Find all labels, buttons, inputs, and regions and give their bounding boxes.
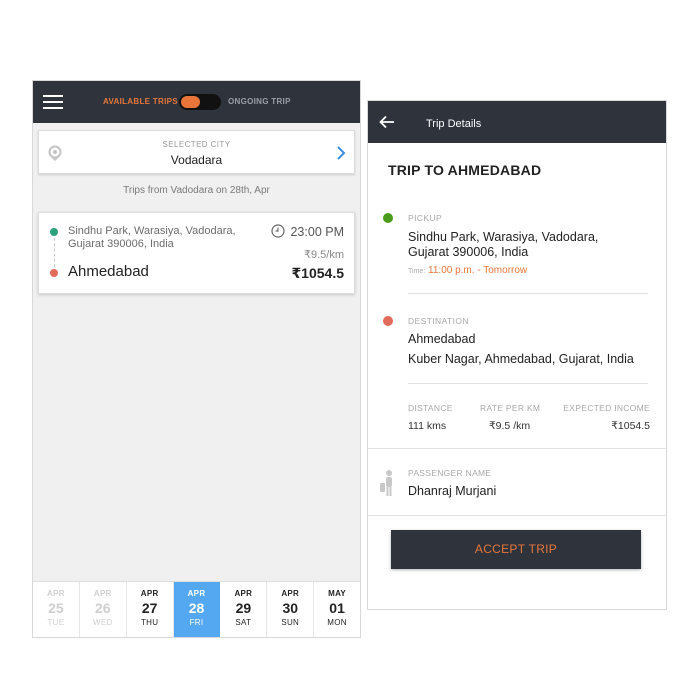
- passenger-icon: [380, 470, 392, 496]
- back-arrow-icon[interactable]: [379, 115, 395, 129]
- date-month: MAY: [328, 589, 347, 598]
- right-header-bar: Trip Details: [368, 101, 666, 143]
- pickup-time-label: Time:: [408, 268, 426, 275]
- date-month: APR: [140, 589, 159, 598]
- pickup-address-line1: Sindhu Park, Warasiya, Vadodara,: [408, 230, 599, 244]
- trip-fare: ₹1054.5: [291, 265, 344, 281]
- pickup-address: Sindhu Park, Warasiya, Vadodara, Gujarat…: [408, 230, 648, 260]
- pickup-address-line1: Sindhu Park, Warasiya, Vadodara,: [68, 225, 236, 237]
- date-day: 30: [282, 600, 299, 616]
- route-connector: [53, 238, 55, 267]
- date-weekday: WED: [93, 618, 113, 627]
- pickup-time: Time: 11:00 p.m. - Tomorrow: [408, 265, 527, 276]
- divider: [368, 448, 666, 449]
- date-weekday: MON: [327, 618, 347, 627]
- date-cell[interactable]: APR 30 SUN: [267, 582, 315, 637]
- trip-pickup-address: Sindhu Park, Warasiya, Vadodara, Gujarat…: [68, 225, 258, 251]
- trip-details-screen: Trip Details TRIP TO AHMEDABAD PICKUP Si…: [367, 100, 667, 610]
- distance-value: 111 kms: [408, 420, 447, 432]
- date-weekday: SAT: [235, 618, 252, 627]
- distance-label: DISTANCE: [408, 403, 453, 413]
- income-label: EXPECTED INCOME: [563, 403, 650, 413]
- date-month: APR: [93, 589, 112, 598]
- available-trips-label[interactable]: AVAILABLE TRIPS: [103, 97, 178, 106]
- divider: [408, 383, 648, 384]
- date-month: APR: [47, 589, 65, 598]
- trip-card[interactable]: Sindhu Park, Warasiya, Vadodara, Gujarat…: [38, 212, 355, 294]
- date-weekday: THU: [140, 618, 159, 627]
- destination-city: Ahmedabad: [408, 332, 476, 346]
- destination-label: DESTINATION: [408, 316, 469, 326]
- divider: [368, 515, 666, 516]
- clock-icon: [271, 224, 285, 238]
- trip-mode-switch: AVAILABLE TRIPS ONGOING TRIP: [33, 94, 360, 110]
- trip-destination: Ahmedabad: [68, 263, 149, 280]
- selected-city-label: SELECTED CITY: [162, 140, 231, 149]
- date-cell[interactable]: APR 29 SAT: [220, 582, 268, 637]
- pickup-dot-icon: [383, 213, 393, 223]
- date-day: 25: [48, 600, 64, 616]
- date-day: 27: [141, 600, 158, 616]
- trip-mode-toggle[interactable]: [179, 94, 221, 110]
- divider: [408, 293, 648, 294]
- date-cell[interactable]: APR 26 WED: [80, 582, 127, 637]
- header-title: Trip Details: [426, 118, 482, 130]
- ongoing-trip-label[interactable]: ONGOING TRIP: [228, 97, 291, 106]
- date-cell-selected[interactable]: APR 28 FRI: [173, 582, 221, 637]
- date-weekday: TUE: [47, 618, 65, 627]
- passenger-name: Dhanraj Murjani: [408, 484, 497, 498]
- selected-city-value: Vodadara: [170, 153, 223, 167]
- pickup-address-line2: Gujarat 390006, India: [68, 238, 174, 250]
- date-month: APR: [234, 589, 253, 598]
- date-month: APR: [281, 589, 300, 598]
- trips-date-heading: Trips from Vadodara on 28th, Apr: [123, 185, 270, 196]
- pickup-address-line2: Gujarat 390006, India: [408, 245, 529, 259]
- rate-value: ₹9.5 /km: [489, 420, 531, 432]
- trip-time: 23:00 PM: [290, 225, 344, 239]
- accept-trip-button[interactable]: ACCEPT TRIP: [391, 530, 641, 569]
- date-day: 26: [95, 600, 111, 616]
- income-value: ₹1054.5: [611, 420, 650, 432]
- pickup-time-value: 11:00 p.m. - Tomorrow: [428, 265, 528, 276]
- date-weekday: SUN: [281, 618, 300, 627]
- date-day: 01: [329, 600, 345, 616]
- date-day: 29: [235, 600, 252, 616]
- toggle-knob: [181, 96, 200, 108]
- passenger-label: PASSENGER NAME: [408, 468, 492, 478]
- date-month: APR: [187, 589, 206, 598]
- available-trips-screen: AVAILABLE TRIPS ONGOING TRIP SELECTED CI…: [32, 80, 361, 638]
- destination-dot-icon: [383, 316, 393, 326]
- date-cell[interactable]: APR 27 THU: [127, 582, 174, 637]
- destination-dot-icon: [50, 269, 58, 277]
- trip-rate: ₹9.5/km: [303, 249, 344, 261]
- date-day: 28: [188, 600, 205, 616]
- left-header-bar: AVAILABLE TRIPS ONGOING TRIP: [33, 81, 360, 123]
- date-cell[interactable]: APR 25 TUE: [33, 582, 80, 637]
- trip-title: TRIP TO AHMEDABAD: [388, 162, 542, 178]
- date-weekday: FRI: [189, 618, 204, 627]
- pickup-dot-icon: [50, 228, 58, 236]
- date-cell[interactable]: MAY 01 MON: [314, 582, 360, 637]
- chevron-right-icon[interactable]: [336, 146, 346, 160]
- city-selector[interactable]: SELECTED CITY Vodadara: [38, 130, 355, 174]
- date-picker-strip: APR 25 TUE APR 26 WED APR 27 THU APR 28 …: [33, 581, 360, 637]
- rate-label: RATE PER KM: [480, 403, 541, 413]
- pickup-label: PICKUP: [408, 213, 443, 223]
- destination-address: Kuber Nagar, Ahmedabad, Gujarat, India: [408, 352, 634, 366]
